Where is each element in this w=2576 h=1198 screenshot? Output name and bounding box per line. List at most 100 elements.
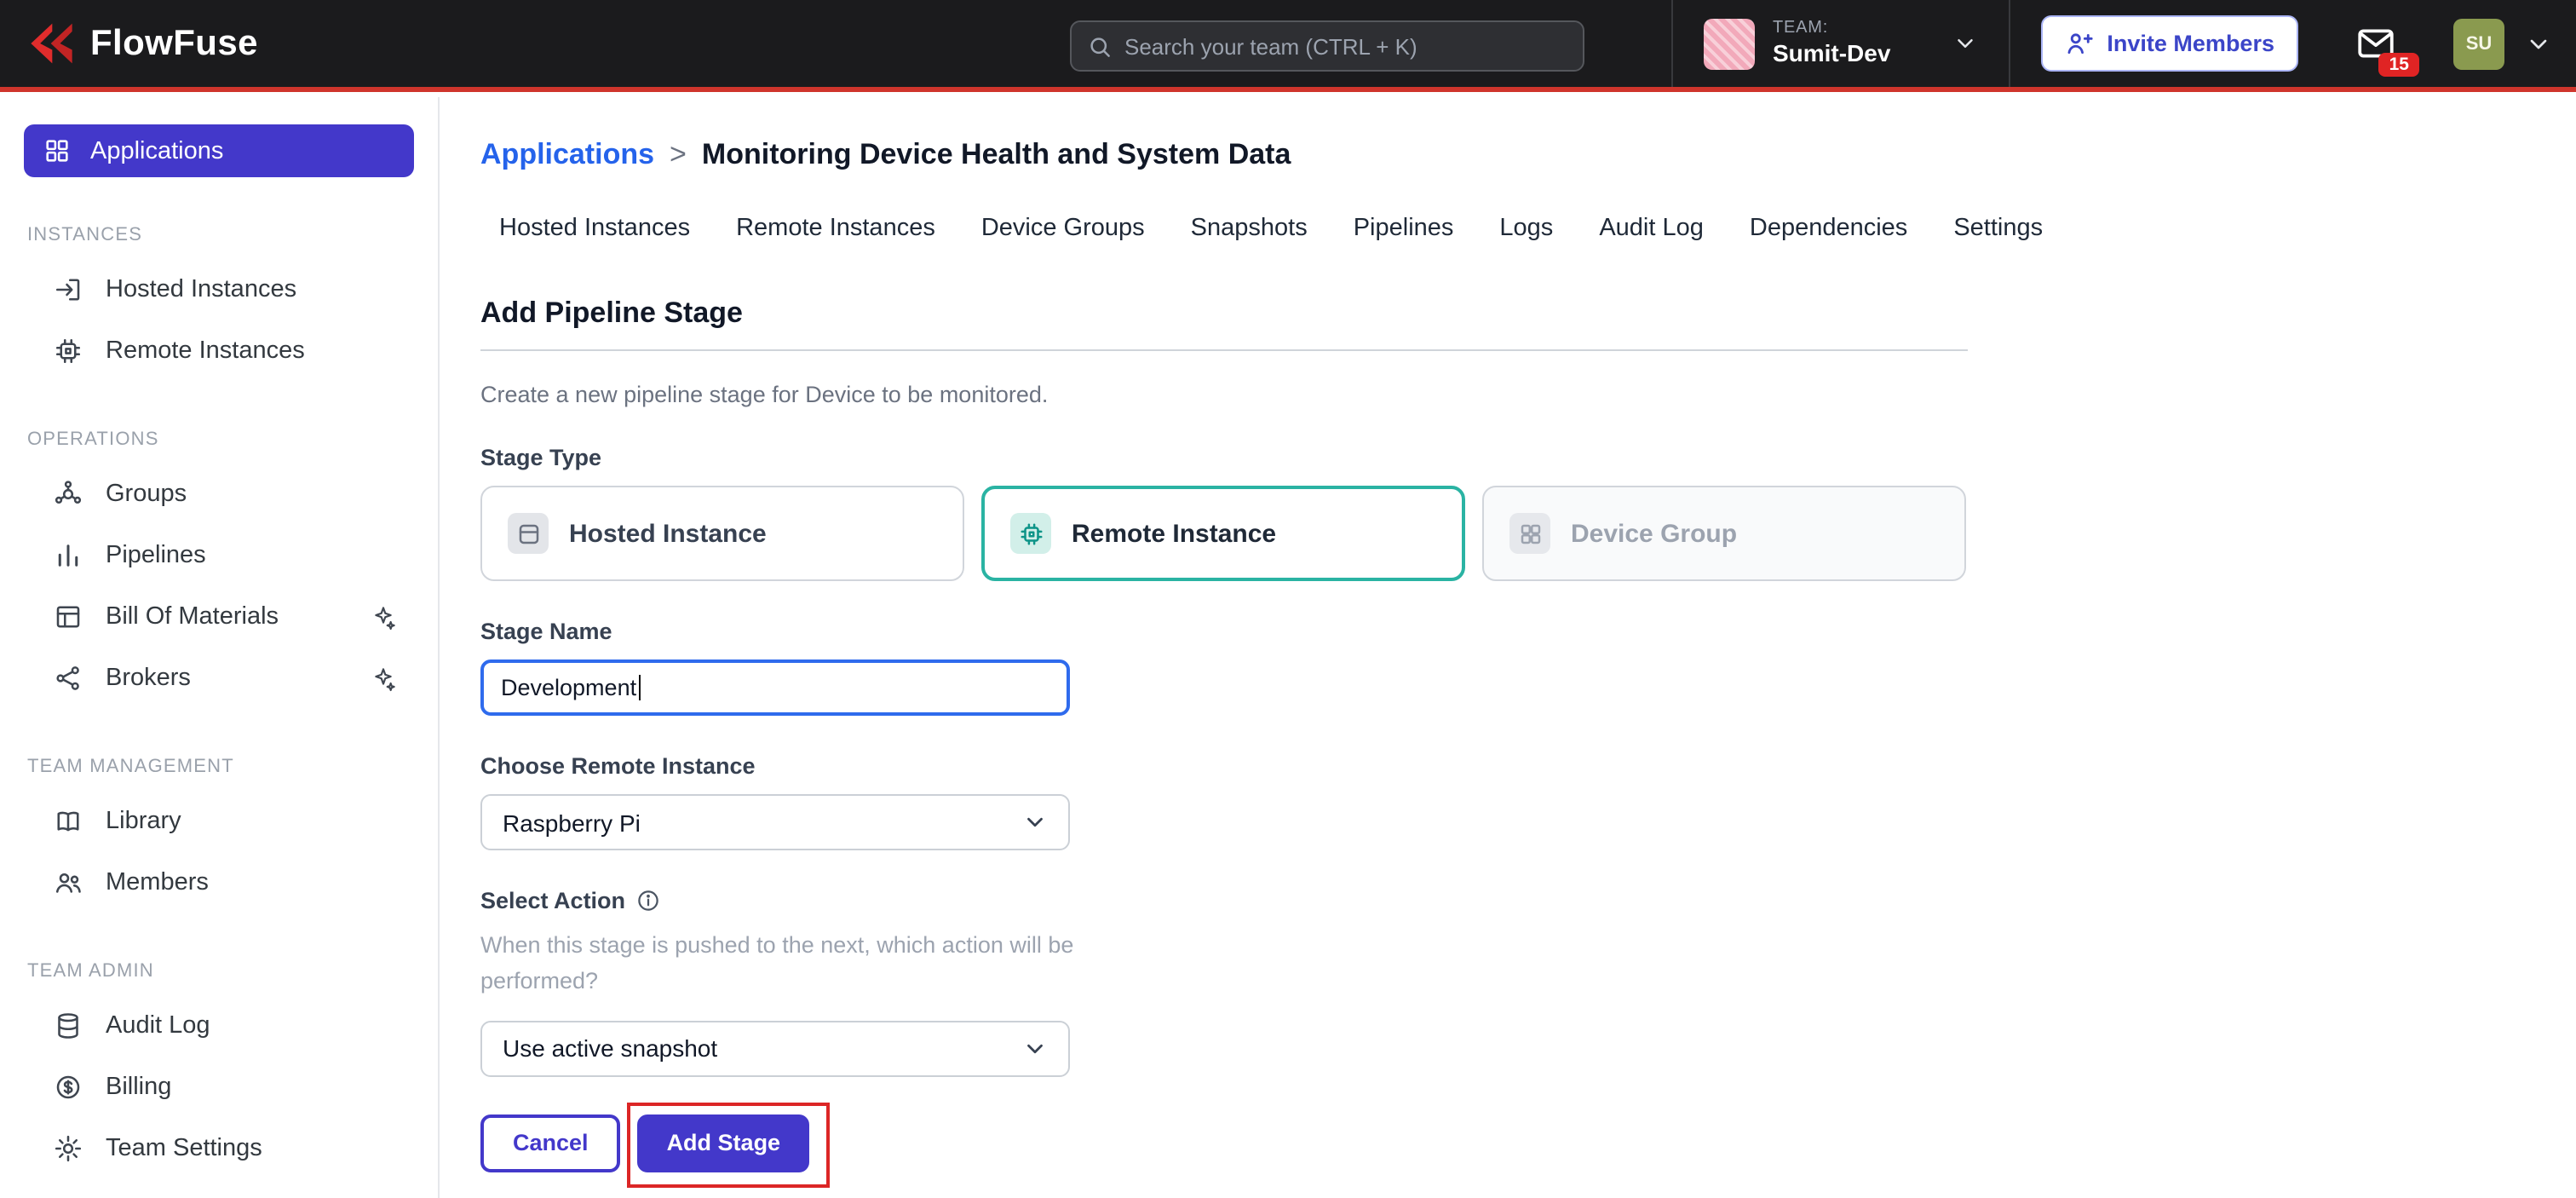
billing-icon bbox=[53, 1072, 83, 1103]
sidebar-item-label: Pipelines bbox=[106, 542, 206, 569]
stage-type-device-group: Device Group bbox=[1482, 486, 1966, 581]
search-icon bbox=[1087, 33, 1113, 59]
sidebar-item-label: Audit Log bbox=[106, 1012, 210, 1040]
brand[interactable]: FlowFuse bbox=[24, 20, 258, 66]
tab-audit-log[interactable]: Audit Log bbox=[1599, 215, 1704, 242]
sidebar-section-team-admin: TEAM ADMIN bbox=[27, 961, 438, 982]
chevron-down-icon bbox=[1022, 1036, 1048, 1062]
sidebar-item-billing[interactable]: Billing bbox=[0, 1057, 438, 1118]
sparkle-icon bbox=[370, 665, 397, 692]
search-input[interactable] bbox=[1124, 33, 1567, 59]
sidebar-item-label: Team Settings bbox=[106, 1135, 262, 1162]
sidebar-item-pipelines[interactable]: Pipelines bbox=[0, 525, 438, 586]
user-menu-chevron-icon[interactable] bbox=[2525, 30, 2552, 57]
sidebar-item-label: Remote Instances bbox=[106, 337, 305, 365]
tab-snapshots[interactable]: Snapshots bbox=[1191, 215, 1308, 242]
stage-type-remote-instance[interactable]: Remote Instance bbox=[981, 486, 1465, 581]
sidebar-item-applications[interactable]: Applications bbox=[24, 124, 414, 177]
stage-type-label: Remote Instance bbox=[1072, 519, 1276, 548]
add-stage-button[interactable]: Add Stage bbox=[638, 1114, 810, 1172]
tab-bar: Hosted Instances Remote Instances Device… bbox=[480, 215, 2576, 242]
sidebar-item-brokers[interactable]: Brokers bbox=[0, 648, 438, 709]
stage-type-options: Hosted Instance Remote Instance bbox=[480, 486, 1968, 581]
tab-dependencies[interactable]: Dependencies bbox=[1750, 215, 1907, 242]
select-action-label: Select Action bbox=[480, 888, 625, 913]
breadcrumb: Applications > Monitoring Device Health … bbox=[480, 138, 2576, 172]
sidebar-item-audit-log[interactable]: Audit Log bbox=[0, 995, 438, 1057]
sidebar-item-label: Brokers bbox=[106, 665, 191, 692]
select-action-label-row: Select Action bbox=[480, 888, 1968, 913]
remote-instance-select[interactable]: Raspberry Pi bbox=[480, 794, 1070, 850]
remote-instance-selected-value: Raspberry Pi bbox=[503, 809, 641, 836]
pipelines-icon bbox=[53, 540, 83, 571]
tab-device-groups[interactable]: Device Groups bbox=[981, 215, 1145, 242]
team-avatar bbox=[1705, 18, 1756, 69]
notifications-button[interactable]: 15 bbox=[2353, 22, 2399, 65]
page: FlowFuse TEAM: Sumit-Dev bbox=[0, 0, 2576, 1198]
tab-settings[interactable]: Settings bbox=[1953, 215, 2043, 242]
bill-of-materials-icon bbox=[53, 602, 83, 632]
form-title: Add Pipeline Stage bbox=[480, 297, 1968, 351]
flowfuse-logo-icon bbox=[24, 20, 75, 66]
form-actions: Cancel Add Stage bbox=[480, 1114, 1968, 1172]
sidebar-item-members[interactable]: Members bbox=[0, 852, 438, 913]
remote-instances-chip-icon bbox=[53, 336, 83, 366]
sidebar-item-library[interactable]: Library bbox=[0, 791, 438, 852]
tab-logs[interactable]: Logs bbox=[1499, 215, 1553, 242]
text-cursor bbox=[638, 675, 640, 700]
invite-members-button[interactable]: Invite Members bbox=[2040, 15, 2298, 72]
top-navbar: FlowFuse TEAM: Sumit-Dev bbox=[0, 0, 2576, 92]
choose-remote-instance-label: Choose Remote Instance bbox=[480, 753, 1968, 779]
navbar-right: TEAM: Sumit-Dev Invite Members bbox=[1672, 0, 2552, 87]
page-title: Monitoring Device Health and System Data bbox=[702, 138, 1291, 172]
notification-badge: 15 bbox=[2379, 52, 2419, 77]
audit-log-icon bbox=[53, 1011, 83, 1041]
sidebar-item-label: Bill Of Materials bbox=[106, 603, 279, 631]
sidebar-item-hosted-instances[interactable]: Hosted Instances bbox=[0, 259, 438, 320]
tab-pipelines[interactable]: Pipelines bbox=[1354, 215, 1454, 242]
brand-name: FlowFuse bbox=[90, 23, 258, 64]
sidebar: Applications INSTANCES Hosted Instances … bbox=[0, 97, 440, 1198]
breadcrumb-applications-link[interactable]: Applications bbox=[480, 138, 654, 172]
breadcrumb-separator: > bbox=[670, 138, 687, 172]
info-icon[interactable] bbox=[635, 888, 661, 913]
user-plus-icon bbox=[2064, 29, 2093, 58]
tab-remote-instances[interactable]: Remote Instances bbox=[736, 215, 935, 242]
groups-icon bbox=[53, 479, 83, 510]
sidebar-item-label: Library bbox=[106, 808, 181, 835]
add-pipeline-stage-form: Add Pipeline Stage Create a new pipeline… bbox=[480, 297, 1968, 1172]
team-search[interactable] bbox=[1070, 20, 1584, 72]
stage-type-label: Hosted Instance bbox=[569, 519, 767, 548]
form-description: Create a new pipeline stage for Device t… bbox=[480, 382, 1968, 407]
sidebar-item-team-settings[interactable]: Team Settings bbox=[0, 1118, 438, 1179]
sidebar-item-label: Billing bbox=[106, 1074, 171, 1101]
hosted-instances-icon bbox=[53, 274, 83, 305]
main-content: Applications > Monitoring Device Health … bbox=[440, 97, 2576, 1198]
team-selector[interactable]: TEAM: Sumit-Dev bbox=[1672, 0, 2010, 87]
cancel-button[interactable]: Cancel bbox=[480, 1114, 621, 1172]
sidebar-item-label: Hosted Instances bbox=[106, 276, 296, 303]
invite-members-label: Invite Members bbox=[2107, 31, 2274, 56]
stage-name-input[interactable]: Development bbox=[480, 659, 1070, 716]
chevron-down-icon bbox=[1022, 809, 1048, 835]
user-avatar[interactable]: SU bbox=[2453, 18, 2504, 69]
stage-type-label: Stage Type bbox=[480, 445, 1968, 470]
members-icon bbox=[53, 867, 83, 898]
sidebar-item-groups[interactable]: Groups bbox=[0, 464, 438, 525]
brokers-icon bbox=[53, 663, 83, 694]
stage-type-hosted-instance[interactable]: Hosted Instance bbox=[480, 486, 964, 581]
stage-type-label: Device Group bbox=[1571, 519, 1737, 548]
sidebar-item-remote-instances[interactable]: Remote Instances bbox=[0, 320, 438, 382]
sidebar-section-instances: INSTANCES bbox=[27, 225, 438, 245]
action-selected-value: Use active snapshot bbox=[503, 1035, 717, 1063]
applications-grid-icon bbox=[43, 136, 72, 165]
sidebar-item-label: Members bbox=[106, 869, 209, 896]
tab-hosted-instances[interactable]: Hosted Instances bbox=[499, 215, 690, 242]
team-name: Sumit-Dev bbox=[1773, 39, 1890, 69]
sidebar-item-bill-of-materials[interactable]: Bill Of Materials bbox=[0, 586, 438, 648]
action-select[interactable]: Use active snapshot bbox=[480, 1021, 1070, 1077]
stage-name-label: Stage Name bbox=[480, 619, 1968, 644]
team-label: TEAM: bbox=[1773, 18, 1890, 39]
submit-wrap: Add Stage bbox=[638, 1114, 810, 1172]
library-book-icon bbox=[53, 806, 83, 837]
